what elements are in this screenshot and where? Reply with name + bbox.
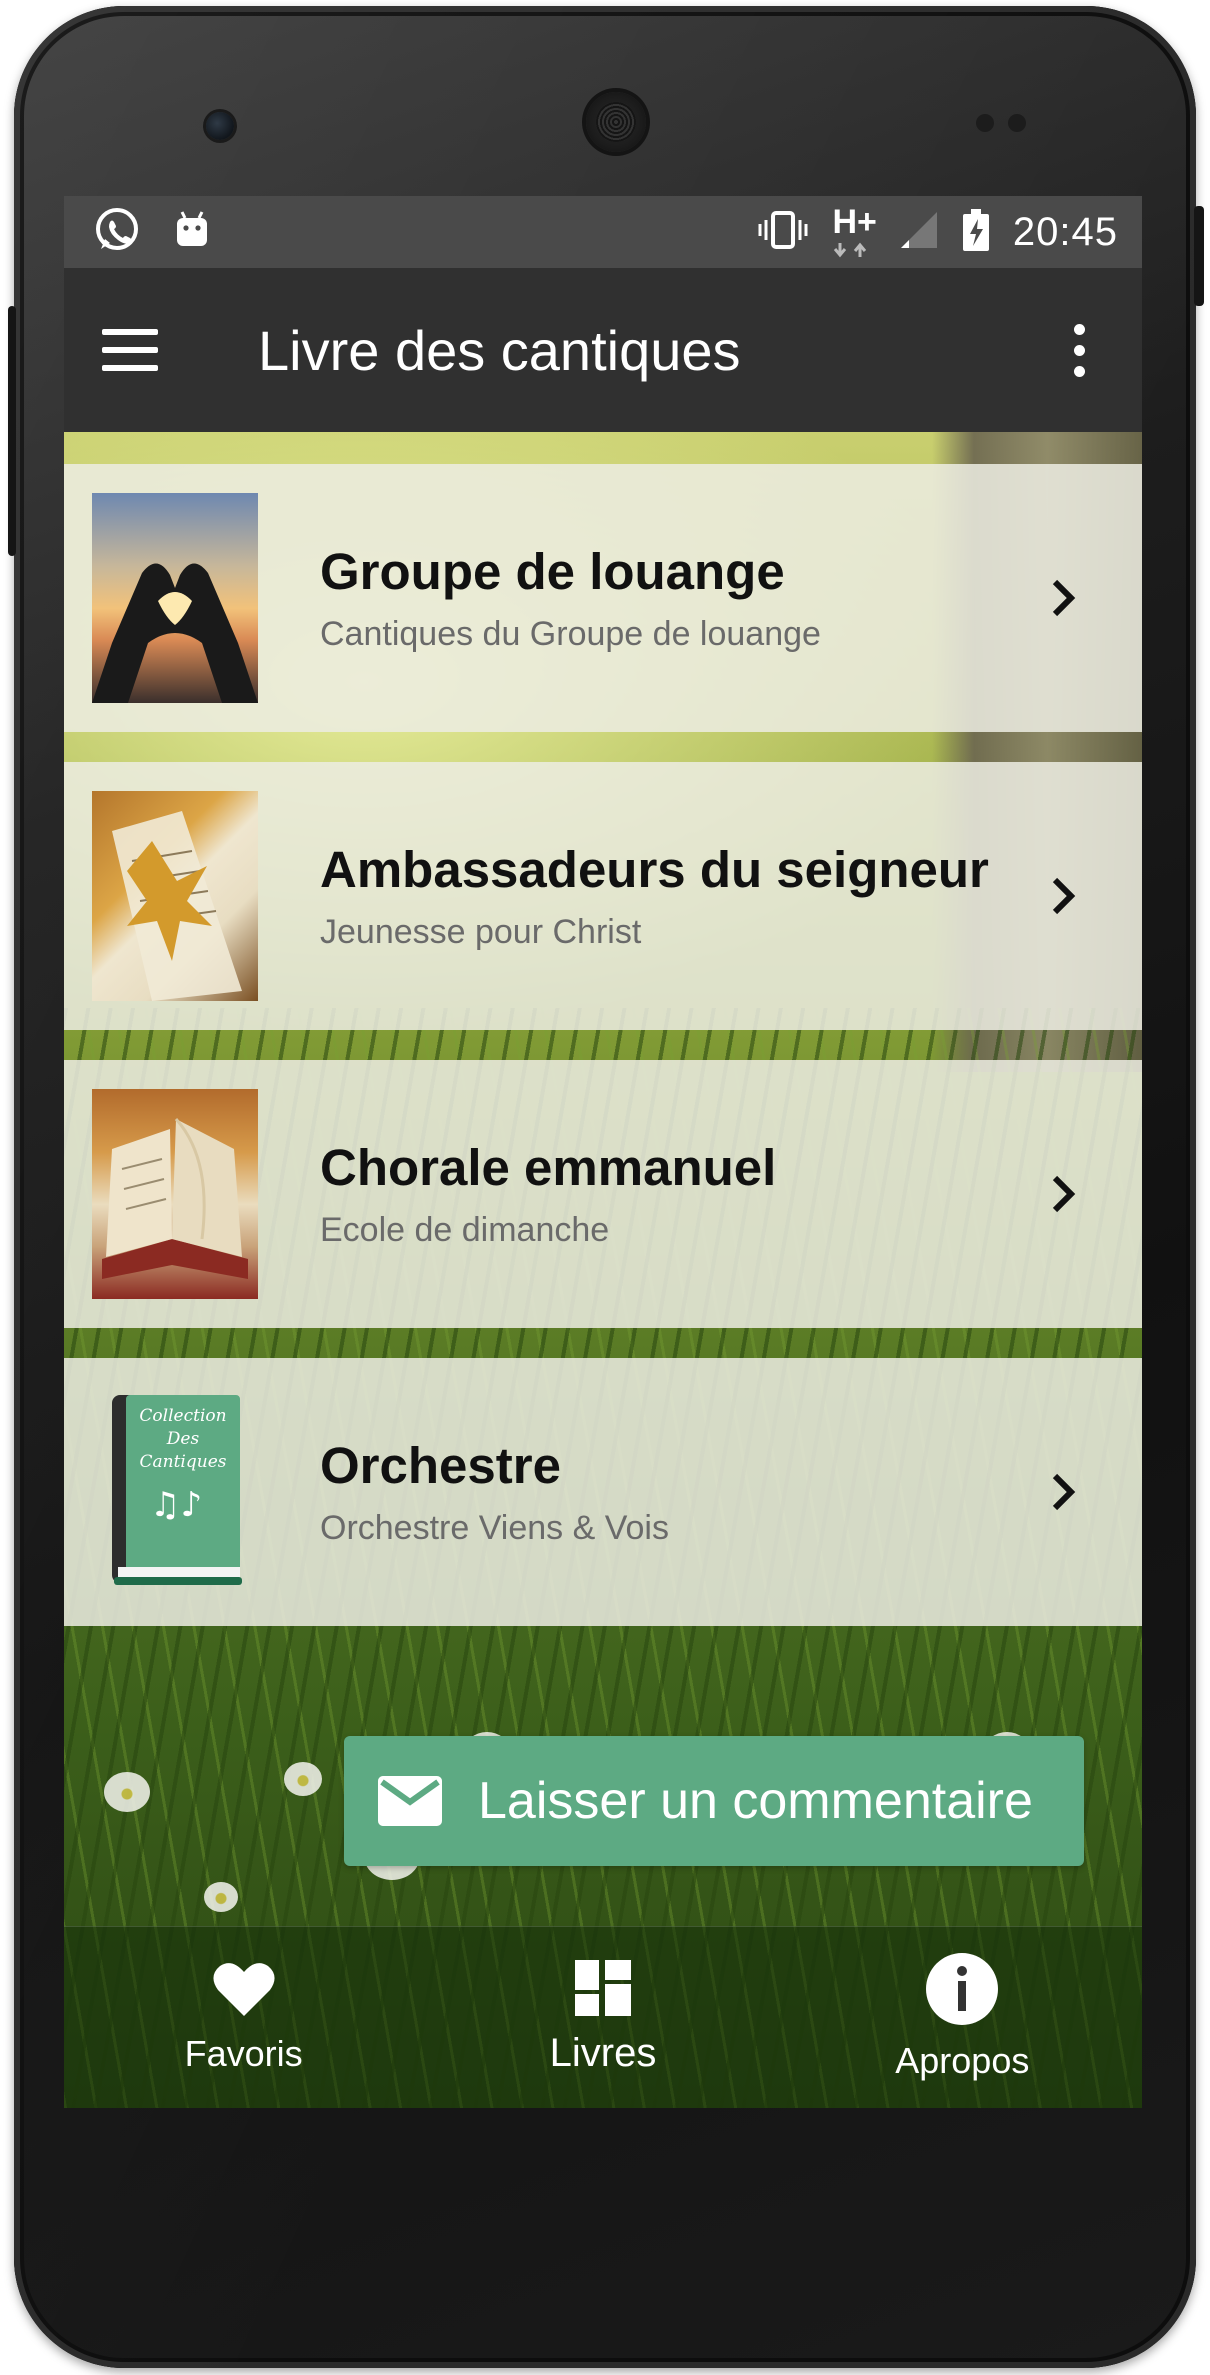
list-item-text: Chorale emmanuel Ecole de dimanche [320,1138,1024,1250]
flower [104,1772,150,1812]
leave-comment-button[interactable]: Laisser un commentaire [344,1736,1084,1866]
book-subtitle: Ecole de dimanche [320,1211,610,1249]
book-title: Chorale emmanuel [320,1139,777,1196]
nav-item-favoris[interactable]: Favoris [64,1960,423,2075]
open-book-autumn-image [92,1089,258,1299]
chevron-right-icon [1024,1470,1104,1514]
cover-line-2: Des [166,1429,200,1449]
music-notes-icon: ♫♪ [150,1485,203,1525]
book-subtitle: Cantiques du Groupe de louange [320,615,821,653]
bottom-navigation: Favoris Livres Apropos [64,1926,1142,2108]
list-item[interactable]: Chorale emmanuel Ecole de dimanche [64,1060,1142,1328]
book-subtitle: Jeunesse pour Christ [320,913,642,951]
vibrate-icon [756,210,810,255]
android-icon [170,208,214,257]
list-item-text: Groupe de louange Cantiques du Groupe de… [320,542,1024,654]
nav-label: Livres [549,2030,657,2075]
list-item-text: Ambassadeurs du seigneur Jeunesse pour C… [320,840,1024,952]
nav-label: Apropos [895,2040,1030,2081]
cover-title: Collection Des Cantiques [128,1405,238,1474]
nav-item-apropos[interactable]: Apropos [783,1953,1142,2082]
hamburger-menu-icon[interactable] [102,300,212,400]
book-subtitle: Orchestre Viens & Vois [320,1509,669,1547]
app-title: Livre des cantiques [258,318,741,382]
heart-hands-sunset-image [92,493,258,703]
cover-line-1: Collection [139,1406,227,1426]
whatsapp-icon [92,205,142,260]
battery-charging-icon [961,208,991,257]
power-button [1194,206,1204,306]
info-icon [926,1953,999,2030]
light-sensor [1008,114,1026,132]
collection-des-cantiques-book-image: Collection Des Cantiques ♫♪ [92,1387,258,1597]
list-item[interactable]: Ambassadeurs du seigneur Jeunesse pour C… [64,762,1142,1030]
status-bar: H+ 20:45 [64,196,1142,268]
app-screen: H+ 20:45 Livre des cantiques Groupe de l… [64,196,1142,2108]
book-title: Ambassadeurs du seigneur [320,841,989,898]
leaf-on-book-image [92,791,258,1001]
book-title: Groupe de louange [320,543,785,600]
chevron-right-icon [1024,1172,1104,1216]
heart-icon [212,1960,276,2023]
book-title: Orchestre [320,1437,561,1494]
volume-button [8,306,16,556]
front-camera [206,112,234,140]
app-bar: Livre des cantiques [64,268,1142,432]
leave-comment-label: Laisser un commentaire [478,1772,1033,1830]
flower [204,1882,238,1912]
network-type-label: H+ [832,203,877,241]
list-item[interactable]: Collection Des Cantiques ♫♪ Orchestre Or… [64,1358,1142,1626]
proximity-sensor [976,114,994,132]
signal-icon [899,210,939,255]
network-type-icon: H+ [832,203,877,259]
cover-line-3: Cantiques [139,1452,227,1472]
dashboard-icon [574,1959,631,2021]
list-item-text: Orchestre Orchestre Viens & Vois [320,1436,1024,1548]
chevron-right-icon [1024,576,1104,620]
chevron-right-icon [1024,874,1104,918]
flower [284,1762,322,1796]
earpiece-speaker [586,92,646,152]
nav-item-livres[interactable]: Livres [423,1959,782,2076]
list-item[interactable]: Groupe de louange Cantiques du Groupe de… [64,464,1142,732]
status-clock: 20:45 [1012,209,1118,254]
more-vertical-icon[interactable] [1064,300,1094,400]
mail-icon [378,1776,442,1826]
nav-label: Favoris [184,2033,303,2074]
